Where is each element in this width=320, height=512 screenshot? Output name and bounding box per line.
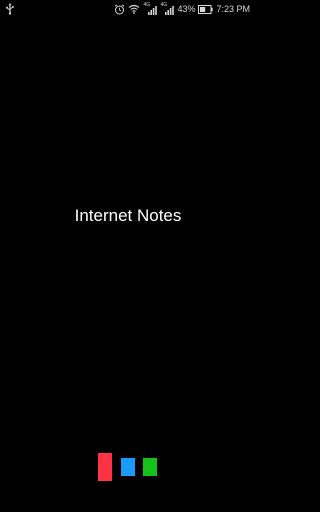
usb-icon	[5, 3, 15, 15]
signal-4g-icon: 4G	[143, 2, 158, 15]
loading-bar-blue	[121, 458, 135, 476]
battery-percentage: 43%	[177, 4, 196, 14]
signal-icon: 4G	[160, 2, 175, 15]
status-icons: 4G 4G 43% 7:23 PM	[114, 2, 250, 15]
loading-indicator	[98, 453, 160, 481]
clock: 7:23 PM	[216, 4, 250, 14]
loading-bar-green	[143, 458, 157, 476]
status-bar: 4G 4G 43% 7:23 PM	[0, 0, 256, 18]
loading-bar-red	[98, 453, 112, 481]
wifi-icon	[128, 4, 140, 14]
app-title: Internet Notes	[74, 206, 182, 225]
alarm-icon	[114, 3, 125, 15]
battery-icon	[198, 4, 214, 14]
